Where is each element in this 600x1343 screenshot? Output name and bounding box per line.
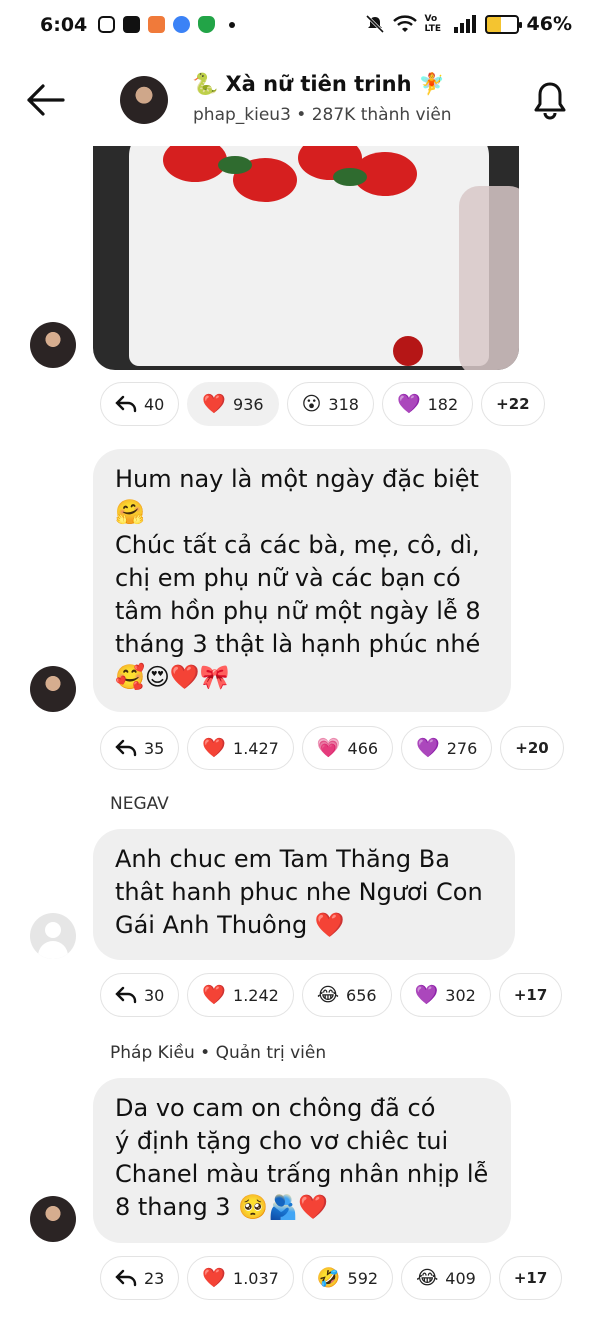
reaction-laugh[interactable]: 😂 409: [401, 1256, 491, 1300]
reply-icon: [115, 1269, 137, 1287]
avatar[interactable]: [30, 1196, 76, 1242]
reaction-heart[interactable]: ❤️ 1.427: [187, 726, 294, 770]
reaction-heart[interactable]: ❤️ 1.037: [187, 1256, 294, 1300]
reaction-wow[interactable]: 😮 318: [286, 382, 374, 426]
reply-icon: [115, 395, 137, 413]
surprised-face-icon: 😮: [301, 392, 322, 415]
app-icon: [148, 16, 165, 33]
reaction-laugh[interactable]: 😂 656: [301, 973, 392, 1017]
arrow-left-icon: [27, 84, 65, 116]
instagram-icon: [98, 16, 115, 33]
bell-icon: [534, 82, 566, 120]
shield-icon: [198, 16, 215, 33]
status-bar: 6:04 Vo LTE 46%: [0, 0, 600, 56]
back-button[interactable]: [26, 82, 66, 118]
shared-photo[interactable]: [93, 146, 519, 370]
purple-heart-icon: 💜: [414, 983, 439, 1006]
reaction-heart[interactable]: ❤️ 936: [187, 382, 279, 426]
reaction-heart[interactable]: ❤️ 1.242: [187, 973, 294, 1017]
notifications-button[interactable]: [532, 80, 568, 120]
system-status: Vo LTE 46%: [365, 13, 572, 35]
channel-subtitle[interactable]: phap_kieu3 • 287K thành viên: [193, 105, 452, 125]
reaction-bar: 30 ❤️ 1.242 😂 656 💜 302 +17: [100, 973, 563, 1017]
purple-heart-icon: 💜: [416, 736, 440, 759]
more-reactions-button[interactable]: +17: [498, 1256, 563, 1300]
reply-count-button[interactable]: 35: [100, 726, 180, 770]
battery-icon: [484, 14, 522, 34]
more-reactions-button[interactable]: +22: [481, 382, 545, 426]
avatar[interactable]: [30, 913, 76, 959]
reply-count-button[interactable]: 30: [100, 973, 180, 1017]
notification-icons: [98, 16, 235, 33]
reaction-pink-heart[interactable]: 💗 466: [301, 726, 394, 770]
reaction-bar: 40 ❤️ 936 😮 318 💜 182 +22: [100, 382, 545, 426]
more-notifications-dot: [229, 21, 235, 28]
reply-count-button[interactable]: 40: [100, 382, 180, 426]
purple-heart-icon: 💜: [396, 392, 421, 415]
tears-of-joy-icon: 😂: [316, 983, 340, 1006]
heart-icon: ❤️: [202, 1266, 227, 1289]
more-reactions-button[interactable]: +20: [500, 726, 564, 770]
shopee-icon: [123, 16, 140, 33]
reaction-bar: 35 ❤️ 1.427 💗 466 💜 276 +20: [100, 726, 564, 770]
message-bubble[interactable]: Hum nay là một ngày đặc biệt 🤗 Chúc tất …: [93, 449, 511, 712]
status-time: 6:04: [40, 14, 88, 36]
pink-heart-icon: 💗: [316, 736, 341, 759]
reaction-bar: 23 ❤️ 1.037 🤣 592 😂 409 +17: [100, 1256, 563, 1300]
reply-icon: [115, 986, 137, 1004]
heart-icon: ❤️: [202, 392, 227, 415]
heart-icon: ❤️: [202, 983, 227, 1006]
reaction-purple-heart[interactable]: 💜 276: [401, 726, 493, 770]
channel-header: 🐍 Xà nữ tiên trinh 🧚 phap_kieu3 • 287K t…: [0, 56, 600, 146]
sender-name[interactable]: NEGAV: [110, 794, 169, 814]
message-bubble[interactable]: Da vo cam on chông đã có ý định tặng cho…: [93, 1078, 511, 1243]
reaction-purple-heart[interactable]: 💜 182: [381, 382, 474, 426]
reply-icon: [115, 739, 137, 757]
mute-icon: [365, 14, 384, 34]
avatar[interactable]: [30, 322, 76, 368]
reaction-rofl[interactable]: 🤣 592: [301, 1256, 394, 1300]
reply-count-button[interactable]: 23: [100, 1256, 180, 1300]
signal-icon: [453, 15, 476, 33]
battery-percent: 46%: [526, 13, 572, 35]
channel-title[interactable]: 🐍 Xà nữ tiên trinh 🧚: [192, 72, 445, 97]
tears-of-joy-icon: 😂: [416, 1266, 439, 1289]
message-bubble[interactable]: Anh chuc em Tam Thăng Ba thât hanh phuc …: [93, 829, 515, 960]
wifi-icon: [392, 15, 417, 32]
reaction-purple-heart[interactable]: 💜 302: [399, 973, 491, 1017]
heart-icon: ❤️: [202, 736, 227, 759]
rolling-laughing-icon: 🤣: [316, 1266, 341, 1289]
avatar[interactable]: [30, 666, 76, 712]
app-icon: [173, 16, 190, 33]
volte-label: Vo LTE: [424, 14, 442, 34]
sender-name[interactable]: Pháp Kiều • Quản trị viên: [110, 1043, 326, 1063]
channel-avatar[interactable]: [120, 76, 168, 124]
more-reactions-button[interactable]: +17: [498, 973, 563, 1017]
